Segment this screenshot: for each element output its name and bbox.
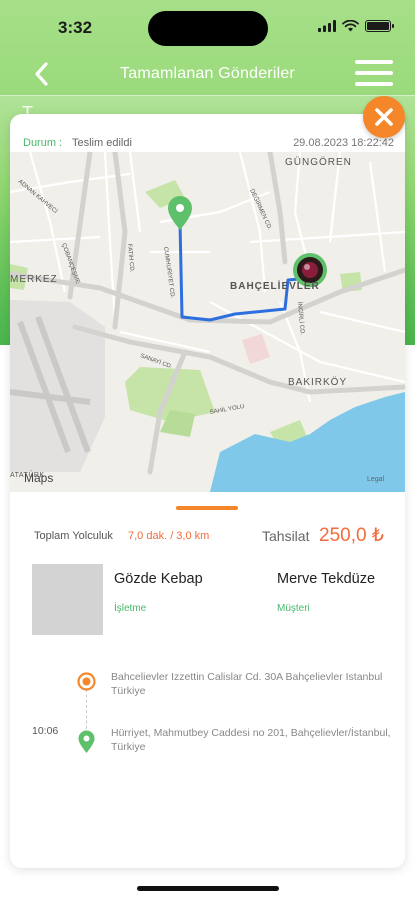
hamburger-menu-icon xyxy=(355,60,393,64)
home-indicator xyxy=(137,886,279,891)
party-row: Gözde Kebap İşletme Merve Tekdüze Müşter… xyxy=(10,564,405,639)
trip-label: Toplam Yolculuk xyxy=(34,530,113,542)
business-logo-placeholder xyxy=(32,564,103,635)
page-title: Tamamlanan Gönderiler xyxy=(120,65,295,82)
stats-row: Toplam Yolculuk 7,0 dak. / 3,0 km Tahsil… xyxy=(10,524,405,554)
battery-icon xyxy=(365,20,394,32)
origin-circle-icon xyxy=(77,672,96,691)
close-button[interactable] xyxy=(363,96,405,138)
tab-indicator xyxy=(176,506,238,510)
map-label-bahcelievler: BAHÇELİEVLER xyxy=(230,279,320,292)
route-timeline: Bahcelievler Izzettin Calislar Cd. 30A B… xyxy=(10,662,405,772)
timeline-connector xyxy=(86,684,87,734)
business-name: Gözde Kebap xyxy=(114,571,203,587)
delivery-detail-card: Durum : Teslim edildi 29.08.2023 18:22:4… xyxy=(10,114,405,868)
menu-button[interactable] xyxy=(355,60,393,90)
status-icons xyxy=(318,20,394,32)
wifi-icon xyxy=(342,20,359,32)
map-label-gungoren: GÜNGÖREN xyxy=(285,156,352,168)
business-role-label: İşletme xyxy=(114,603,147,614)
delivery-time: 10:06 xyxy=(32,725,59,737)
nav-bar: Tamamlanan Gönderiler xyxy=(0,54,415,98)
origin-address: Bahcelievler Izzettin Calislar Cd. 30A B… xyxy=(111,671,383,697)
map-label-merkez: MERKEZ xyxy=(10,274,58,285)
status-label: Durum : xyxy=(23,137,63,149)
close-icon xyxy=(375,108,393,126)
route-map[interactable]: GÜNGÖREN BAHÇELİEVLER BAKIRKÖY MERKEZ AT… xyxy=(10,149,405,492)
map-legal-link[interactable]: Legal xyxy=(367,476,385,483)
collection-label: Tahsilat xyxy=(262,528,310,544)
map-label-bakirkoy: BAKIRKÖY xyxy=(288,376,347,388)
customer-name: Merve Tekdüze xyxy=(277,571,376,587)
dynamic-island xyxy=(148,11,268,46)
signal-icon xyxy=(318,20,336,32)
collection-amount: 250,0 ₺ xyxy=(319,525,384,546)
map-attribution: Maps xyxy=(24,471,53,485)
delivery-date: 29.08.2023 18:22:42 xyxy=(293,137,394,149)
trip-value: 7,0 dak. / 3,0 km xyxy=(128,530,210,542)
customer-role-label: Müşteri xyxy=(277,603,310,614)
status-bar: 3:32 xyxy=(0,0,415,54)
status-time: 3:32 xyxy=(58,18,93,37)
map-pin-icon xyxy=(78,730,95,753)
status-value: Teslim edildi xyxy=(72,137,132,149)
nav-divider xyxy=(0,95,415,96)
card-header: Durum : Teslim edildi 29.08.2023 18:22:4… xyxy=(10,114,405,152)
map-canvas: GÜNGÖREN BAHÇELİEVLER BAKIRKÖY MERKEZ AT… xyxy=(10,149,405,492)
destination-address: Hürriyet, Mahmutbey Caddesi no 201, Bahç… xyxy=(111,727,391,753)
